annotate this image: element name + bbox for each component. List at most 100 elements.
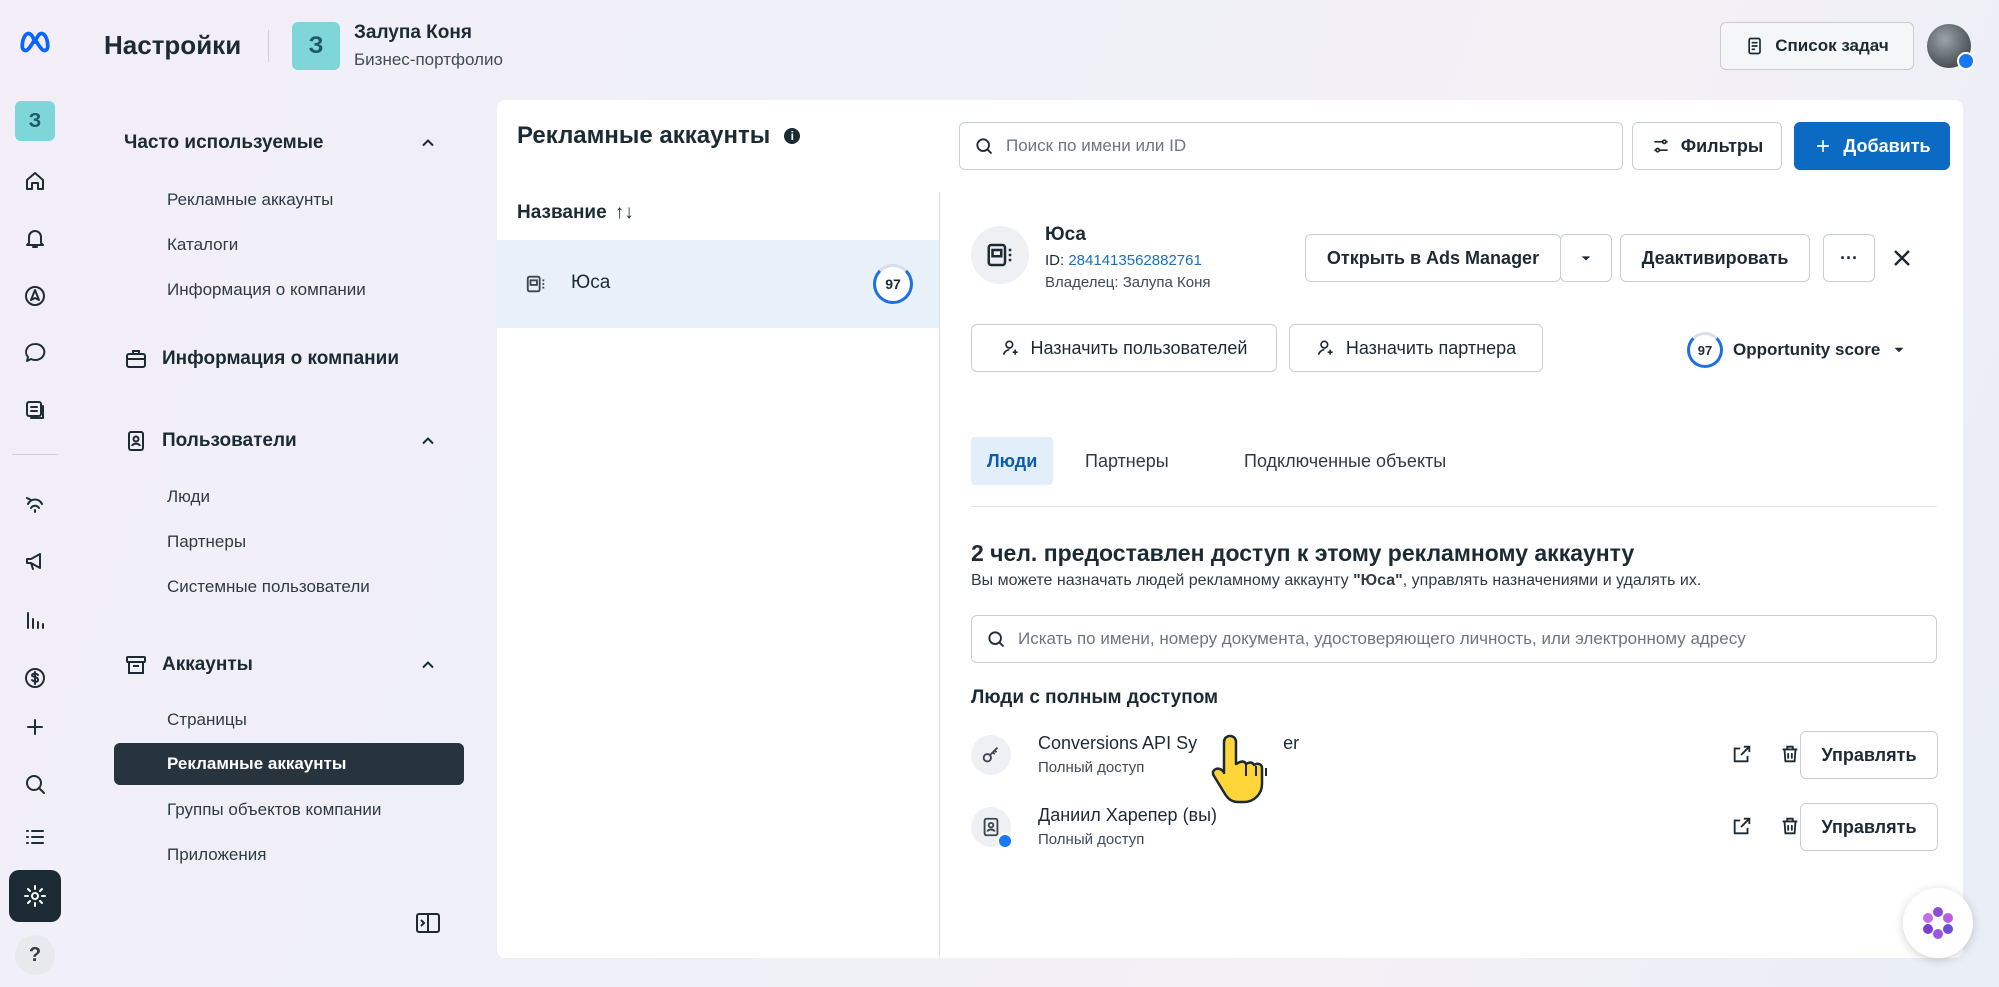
- manage-button[interactable]: Управлять: [1800, 803, 1938, 851]
- list-title-text: Рекламные аккаунты: [517, 122, 771, 149]
- add-person-icon: [1002, 340, 1018, 355]
- filters-label: Фильтры: [1680, 135, 1764, 156]
- people-desc-pre: Вы можете назначать людей рекламному акк…: [971, 572, 1354, 589]
- nav-item-partners[interactable]: Партнеры: [167, 532, 246, 552]
- header-divider: [268, 30, 269, 62]
- external-link-icon[interactable]: [1731, 743, 1753, 765]
- account-id-prefix: ID:: [1045, 252, 1065, 269]
- ad-account-avatar: [971, 226, 1029, 284]
- account-owner: Владелец: Залупа Коня: [1045, 274, 1211, 291]
- bell-icon[interactable]: [15, 218, 55, 258]
- nav-item-ad-accounts-frequent[interactable]: Рекламные аккаунты: [167, 190, 333, 210]
- user-avatar[interactable]: [1927, 24, 1975, 70]
- external-link-icon[interactable]: [1731, 815, 1753, 837]
- chevron-up-icon[interactable]: [418, 133, 438, 153]
- list-icon[interactable]: [15, 817, 55, 857]
- open-ads-manager-dropdown[interactable]: [1560, 234, 1612, 282]
- billing-icon[interactable]: [15, 658, 55, 698]
- nav-item-ad-accounts[interactable]: Рекламные аккаунты: [114, 743, 464, 785]
- info-icon[interactable]: i: [784, 128, 801, 144]
- assign-partner-button[interactable]: Назначить партнера: [1289, 324, 1543, 372]
- person-name[interactable]: Даниил Харепер (вы): [1038, 805, 1217, 826]
- nav-item-company-info-frequent[interactable]: Информация о компании: [167, 280, 366, 300]
- tab-partners[interactable]: Партнеры: [1069, 437, 1185, 485]
- key-icon: [971, 735, 1011, 775]
- manage-button[interactable]: Управлять: [1800, 731, 1938, 779]
- chevron-up-icon[interactable]: [418, 655, 438, 675]
- nav-item-people[interactable]: Люди: [167, 487, 210, 507]
- trash-icon[interactable]: [1779, 815, 1801, 837]
- chevron-up-icon[interactable]: [418, 431, 438, 451]
- navigation-icon[interactable]: [15, 276, 55, 316]
- opportunity-score-badge: 97: [1687, 332, 1723, 368]
- people-desc-post: , управлять назначениями и удалять их.: [1402, 572, 1702, 589]
- section-accounts-title: Аккаунты: [162, 654, 253, 675]
- settings-icon[interactable]: [9, 870, 61, 922]
- filters-button[interactable]: Фильтры: [1632, 122, 1782, 170]
- nav-item-business-asset-groups[interactable]: Группы объектов компании: [167, 800, 381, 820]
- pointer-hand-cursor-icon: [1200, 718, 1290, 808]
- list-item[interactable]: Юса 97: [497, 240, 939, 328]
- task-icon: [1748, 37, 1762, 55]
- bar-chart-icon[interactable]: [15, 600, 55, 640]
- more-options-button[interactable]: ···: [1823, 234, 1875, 282]
- assistant-flower-icon[interactable]: [1903, 888, 1973, 958]
- home-icon[interactable]: [15, 161, 55, 201]
- list-title: Рекламные аккаунты i: [517, 122, 801, 150]
- nav-item-catalogs[interactable]: Каталоги: [167, 235, 238, 255]
- meta-logo-icon[interactable]: [15, 22, 55, 62]
- portfolio-subtitle: Бизнес-портфолио: [354, 50, 503, 69]
- column-header-label: Название: [517, 202, 607, 223]
- section-frequent[interactable]: Часто используемые: [124, 132, 323, 154]
- add-person-icon: [1317, 340, 1333, 355]
- column-header-name[interactable]: Название ↑↓: [517, 202, 634, 224]
- deactivate-button[interactable]: Деактивировать: [1620, 234, 1810, 282]
- section-users[interactable]: Пользователи: [124, 429, 297, 453]
- people-section-title: 2 чел. предоставлен доступ к этому рекла…: [971, 540, 1635, 566]
- opportunity-score-dropdown[interactable]: 97 Opportunity score: [1687, 332, 1908, 368]
- collapse-sidebar-icon[interactable]: [415, 912, 441, 934]
- section-accounts[interactable]: Аккаунты: [124, 653, 253, 677]
- tab-connected-assets[interactable]: Подключенные объекты: [1228, 437, 1462, 485]
- add-label: Добавить: [1843, 135, 1931, 156]
- open-ads-manager-button[interactable]: Открыть в Ads Manager: [1305, 234, 1561, 282]
- facebook-badge-icon: [1957, 52, 1975, 70]
- portfolio-avatar[interactable]: З: [292, 22, 340, 70]
- filter-sliders-icon: [1654, 139, 1668, 153]
- assign-users-button[interactable]: Назначить пользователей: [971, 324, 1277, 372]
- search-icon: [976, 138, 993, 155]
- score-badge: 97: [873, 264, 913, 304]
- tab-people[interactable]: Люди: [971, 437, 1054, 485]
- trash-icon[interactable]: [1779, 743, 1801, 765]
- chat-icon[interactable]: [15, 333, 55, 373]
- search-icon: [988, 631, 1005, 648]
- help-icon[interactable]: ?: [15, 935, 55, 975]
- add-button[interactable]: Добавить: [1794, 122, 1950, 170]
- caret-down-icon: [1894, 347, 1904, 353]
- left-rail: З ?: [0, 0, 70, 987]
- megaphone-icon[interactable]: [15, 541, 55, 581]
- task-list-button[interactable]: Список задач: [1720, 22, 1914, 70]
- business-avatar[interactable]: З: [15, 101, 55, 141]
- search-input[interactable]: Поиск по имени или ID: [959, 122, 1623, 170]
- close-icon[interactable]: [1890, 246, 1914, 270]
- account-id-link[interactable]: 2841413562882761: [1068, 252, 1201, 269]
- nav-item-apps[interactable]: Приложения: [167, 845, 266, 865]
- person-name-visible: Conversions API Sy: [1038, 733, 1198, 753]
- integrations-icon[interactable]: [15, 484, 55, 524]
- ad-account-icon: [525, 273, 547, 295]
- detail-tabs: Люди Партнеры Подключенные объекты: [971, 437, 1937, 507]
- column-divider: [939, 192, 940, 958]
- sort-icon[interactable]: ↑↓: [615, 202, 634, 224]
- people-search-input[interactable]: Искать по имени, номеру документа, удост…: [971, 615, 1937, 663]
- section-company-info[interactable]: Информация о компании: [124, 347, 399, 371]
- ad-account-icon: [987, 243, 1012, 267]
- content-icon[interactable]: [15, 390, 55, 430]
- plus-icon[interactable]: [15, 707, 55, 747]
- nav-item-pages[interactable]: Страницы: [167, 710, 247, 730]
- assign-users-label: Назначить пользователей: [1030, 337, 1248, 358]
- full-access-heading: Люди с полным доступом: [971, 687, 1219, 708]
- portfolio-name[interactable]: Залупа Коня: [354, 22, 472, 44]
- search-icon[interactable]: [15, 764, 55, 804]
- nav-item-system-users[interactable]: Системные пользователи: [167, 577, 370, 597]
